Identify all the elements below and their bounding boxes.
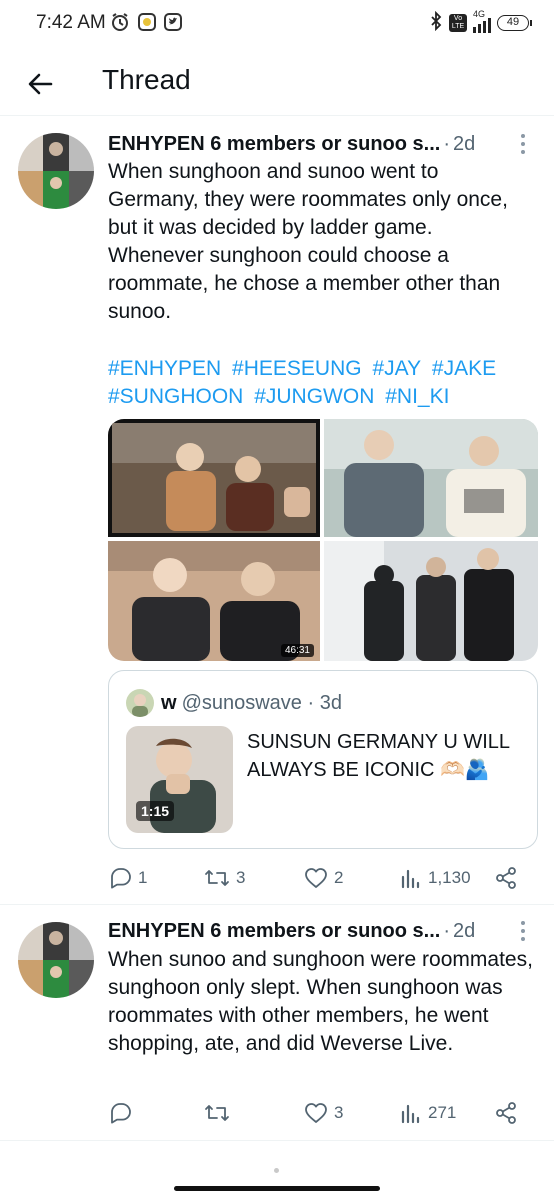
like-count: 2 bbox=[334, 868, 344, 887]
tweet-divider bbox=[0, 904, 554, 905]
quoted-header: w @sunoswave · 3d bbox=[161, 689, 342, 717]
hashtag-link[interactable]: #NI_KI bbox=[385, 385, 449, 408]
tweet-actions: 1 3 2 1,130 bbox=[108, 863, 528, 893]
hashtag-link[interactable]: #JAKE bbox=[432, 357, 496, 380]
tweet[interactable]: ENHYPEN 6 members or sunoo s... · 2d Whe… bbox=[0, 0, 554, 900]
hashtag-link[interactable]: #HEESEUNG bbox=[232, 357, 362, 380]
reply-count: 1 bbox=[138, 868, 148, 887]
views-button[interactable]: 1,130 bbox=[400, 863, 471, 893]
author-name[interactable]: ENHYPEN 6 members or sunoo s... bbox=[108, 920, 440, 943]
media-image-1[interactable] bbox=[108, 419, 320, 537]
hashtag-link[interactable]: #SUNGHOON bbox=[108, 385, 243, 408]
author-avatar[interactable] bbox=[18, 922, 94, 998]
share-icon bbox=[496, 1102, 516, 1124]
hashtag-list: #ENHYPEN #HEESEUNG #JAY #JAKE #SUNGHOON … bbox=[108, 355, 533, 411]
views-button[interactable]: 271 bbox=[400, 1098, 456, 1128]
tweet-divider bbox=[0, 1140, 554, 1141]
reply-button[interactable] bbox=[108, 1098, 138, 1128]
media-duration: 46:31 bbox=[280, 644, 314, 657]
hashtag-link[interactable]: #ENHYPEN bbox=[108, 357, 221, 380]
hashtag-link[interactable]: #JUNGWON bbox=[254, 385, 374, 408]
analytics-icon bbox=[401, 869, 420, 889]
like-button[interactable]: 2 bbox=[304, 863, 343, 893]
author-name[interactable]: ENHYPEN 6 members or sunoo s... bbox=[108, 133, 440, 156]
retweet-button[interactable] bbox=[204, 1098, 236, 1128]
more-options-button[interactable] bbox=[518, 921, 528, 941]
more-options-button[interactable] bbox=[518, 134, 528, 154]
reply-icon bbox=[111, 868, 131, 889]
view-count: 271 bbox=[428, 1103, 457, 1122]
like-button[interactable]: 3 bbox=[304, 1098, 343, 1128]
reply-icon bbox=[111, 1103, 131, 1124]
media-image-3[interactable]: 46:31 bbox=[108, 541, 320, 661]
like-count: 3 bbox=[334, 1103, 344, 1122]
share-icon bbox=[496, 867, 516, 889]
tweet-time[interactable]: 2d bbox=[453, 133, 475, 156]
media-grid: 46:31 bbox=[108, 419, 538, 661]
retweet-icon bbox=[205, 1105, 229, 1121]
tweet-text: When sunoo and sunghoon were roommates, … bbox=[108, 948, 533, 1055]
reply-button[interactable]: 1 bbox=[108, 863, 147, 893]
video-duration: 1:15 bbox=[136, 801, 175, 821]
loading-indicator bbox=[274, 1168, 279, 1173]
retweet-button[interactable]: 3 bbox=[204, 863, 245, 893]
tweet-actions: 3 271 bbox=[108, 1098, 528, 1128]
analytics-icon bbox=[401, 1104, 420, 1124]
media-image-4[interactable] bbox=[324, 541, 538, 661]
retweet-icon bbox=[205, 870, 229, 886]
hashtag-link[interactable]: #JAY bbox=[372, 357, 421, 380]
quoted-video-thumbnail[interactable]: 1:15 bbox=[126, 726, 233, 833]
tweet-header: ENHYPEN 6 members or sunoo s... · 2d bbox=[108, 917, 532, 945]
media-image-2[interactable] bbox=[324, 419, 538, 537]
quoted-tweet[interactable]: w @sunoswave · 3d 1:15 SUNSUN GERMANY U … bbox=[108, 670, 538, 849]
author-avatar[interactable] bbox=[18, 133, 94, 209]
view-count: 1,130 bbox=[428, 868, 471, 887]
retweet-count: 3 bbox=[236, 868, 246, 887]
separator-dot: · bbox=[301, 691, 320, 714]
tweet-text: When sunghoon and sunoo went to Germany,… bbox=[108, 160, 508, 323]
quoted-author-avatar[interactable] bbox=[126, 689, 154, 717]
tweet-time[interactable]: 2d bbox=[453, 920, 475, 943]
share-button[interactable] bbox=[494, 1098, 518, 1128]
gesture-nav-handle[interactable] bbox=[174, 1186, 380, 1191]
heart-icon bbox=[305, 1103, 327, 1123]
quoted-time: 3d bbox=[319, 691, 342, 714]
share-button[interactable] bbox=[494, 863, 518, 893]
quoted-author-name[interactable]: w bbox=[161, 692, 177, 715]
tweet-header: ENHYPEN 6 members or sunoo s... · 2d bbox=[108, 130, 532, 158]
quoted-text: SUNSUN GERMANY U WILL ALWAYS BE ICONIC 🫶… bbox=[247, 731, 510, 781]
separator-dot: · bbox=[443, 132, 450, 155]
quoted-author-handle[interactable]: @sunoswave bbox=[182, 692, 302, 715]
separator-dot: · bbox=[443, 919, 450, 942]
heart-icon bbox=[305, 868, 327, 888]
